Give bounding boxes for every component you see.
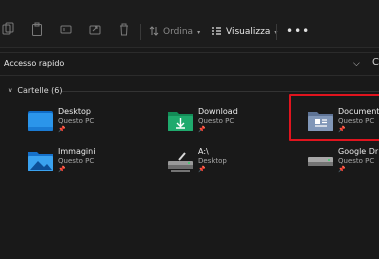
folder-item-pictures[interactable]: Immagini Questo PC 📌 bbox=[27, 147, 147, 181]
view-icon bbox=[211, 26, 222, 39]
selection-highlight-box bbox=[289, 94, 379, 141]
toolbar-separator bbox=[140, 24, 141, 40]
share-icon[interactable] bbox=[89, 22, 101, 36]
pin-icon: 📌 bbox=[338, 166, 346, 173]
sort-icon bbox=[149, 25, 159, 39]
folder-location: Questo PC bbox=[198, 117, 235, 125]
pin-icon: 📌 bbox=[198, 126, 206, 133]
folder-item-network-drive[interactable]: A:\ Desktop 📌 bbox=[167, 147, 287, 181]
pin-icon: 📌 bbox=[198, 166, 206, 173]
more-options-button[interactable]: ••• bbox=[286, 24, 310, 38]
refresh-icon[interactable]: C bbox=[372, 57, 379, 68]
view-button[interactable]: Visualizza ▾ bbox=[211, 24, 277, 40]
download-folder-icon bbox=[167, 109, 194, 133]
folder-name: Download bbox=[198, 107, 238, 116]
group-header-folders[interactable]: ∨ Cartelle (6) bbox=[8, 86, 62, 95]
drive-icon bbox=[307, 149, 334, 173]
toolbar-separator bbox=[276, 24, 277, 40]
folder-item-download[interactable]: Download Questo PC 📌 bbox=[167, 107, 287, 141]
folder-name: Desktop bbox=[58, 107, 91, 116]
folder-location: Desktop bbox=[198, 157, 227, 165]
command-bar: Ordina ▾ Visualizza ▾ ••• bbox=[0, 0, 379, 48]
address-text: Accesso rapido bbox=[4, 59, 65, 68]
chevron-down-icon: ▾ bbox=[197, 28, 201, 36]
folder-location: Questo PC bbox=[338, 157, 375, 165]
chevron-down-icon: ∨ bbox=[8, 87, 13, 94]
view-label: Visualizza bbox=[226, 27, 271, 37]
pin-icon: 📌 bbox=[58, 166, 66, 173]
group-label: Cartelle (6) bbox=[17, 86, 63, 95]
desktop-folder-icon bbox=[27, 109, 54, 133]
folder-item-google-drive[interactable]: Google Drive Questo PC 📌 bbox=[307, 147, 379, 181]
folder-item-desktop[interactable]: Desktop Questo PC 📌 bbox=[27, 107, 147, 141]
folder-name: Immagini bbox=[58, 147, 96, 156]
network-drive-icon bbox=[167, 149, 194, 173]
group-divider bbox=[62, 91, 379, 92]
sort-label: Ordina bbox=[163, 27, 194, 37]
folder-location: Questo PC bbox=[58, 117, 95, 125]
copy-icon[interactable] bbox=[2, 22, 14, 36]
rename-icon[interactable] bbox=[60, 22, 72, 36]
folder-location: Questo PC bbox=[58, 157, 95, 165]
sort-button[interactable]: Ordina ▾ bbox=[149, 24, 200, 40]
pictures-folder-icon bbox=[27, 149, 54, 173]
address-dropdown-icon[interactable]: ⌵ bbox=[353, 59, 360, 69]
paste-icon[interactable] bbox=[31, 22, 43, 36]
folder-name: A:\ bbox=[198, 147, 209, 156]
folder-name: Google Drive bbox=[338, 147, 379, 156]
delete-icon[interactable] bbox=[118, 22, 130, 36]
address-bar[interactable]: Accesso rapido ⌵ C bbox=[0, 52, 379, 76]
pin-icon: 📌 bbox=[58, 126, 66, 133]
